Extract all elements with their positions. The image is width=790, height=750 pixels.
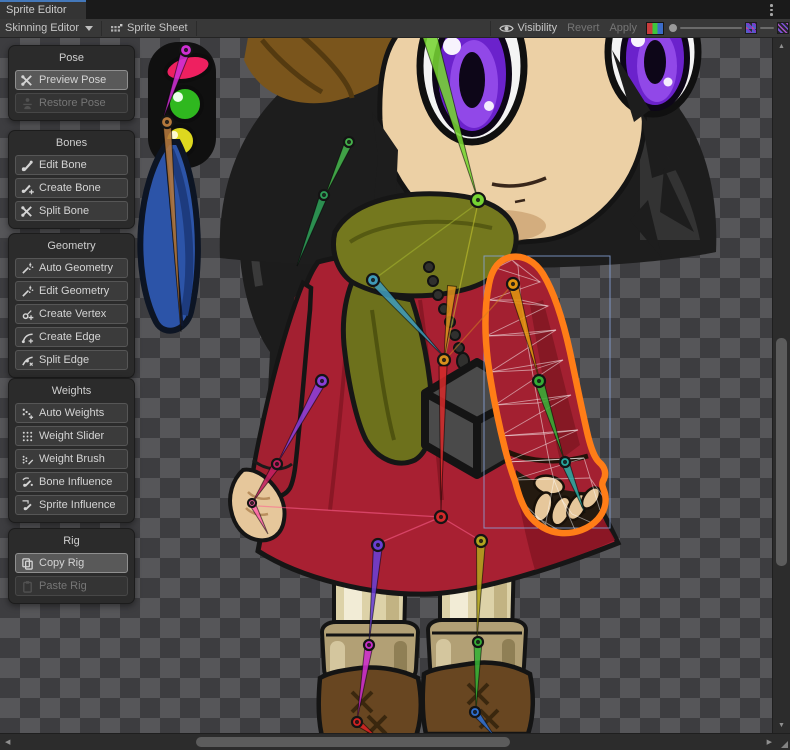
auto-weights-icon <box>21 407 34 420</box>
kebab-menu-icon[interactable] <box>770 4 774 16</box>
auto-geometry-button[interactable]: Auto Geometry <box>15 258 128 278</box>
create-bone-button[interactable]: Create Bone <box>15 178 128 198</box>
button-label: Copy Rig <box>39 557 84 569</box>
resize-grip[interactable] <box>781 741 788 748</box>
create-vertex-icon <box>21 308 34 321</box>
scroll-up-arrow[interactable]: ▲ <box>778 43 785 50</box>
visibility-toggle[interactable]: Visibility <box>494 19 563 37</box>
toolbar-separator <box>490 21 491 36</box>
sprite-sheet-label: Sprite Sheet <box>127 22 188 34</box>
apply-label: Apply <box>609 22 637 34</box>
copy-rig-icon <box>21 557 34 570</box>
button-label: Create Edge <box>39 331 101 343</box>
grid-icon <box>110 22 123 35</box>
scroll-right-arrow[interactable]: ▶ <box>767 739 772 746</box>
edit-geometry-icon <box>21 285 34 298</box>
paste-rig-icon <box>21 580 34 593</box>
restore-pose-icon <box>21 97 34 110</box>
edit-bone-button[interactable]: Edit Bone <box>15 155 128 175</box>
button-label: Auto Weights <box>39 407 104 419</box>
button-label: Create Bone <box>39 182 101 194</box>
weights-panel: Weights Auto Weights Weight Slider Weigh… <box>8 378 135 523</box>
auto-weights-button[interactable]: Auto Weights <box>15 403 128 423</box>
split-edge-button[interactable]: Split Edge <box>15 350 128 370</box>
eye-icon <box>499 23 514 34</box>
visibility-label: Visibility <box>518 22 558 34</box>
pose-panel: Pose Preview Pose Restore Pose <box>8 45 135 121</box>
title-tab-strip: Sprite Editor <box>0 0 790 19</box>
skinning-editor-dropdown[interactable]: Skinning Editor <box>0 19 98 37</box>
button-label: Weight Slider <box>39 430 104 442</box>
edit-bone-icon <box>21 159 34 172</box>
sprite-opacity-icon <box>745 22 757 34</box>
scroll-left-arrow[interactable]: ◀ <box>5 739 10 746</box>
sprite-editor-window: Sprite Editor Skinning Editor Sprite She… <box>0 0 790 750</box>
button-label: Split Edge <box>39 354 89 366</box>
bone-influence-button[interactable]: Bone Influence <box>15 472 128 492</box>
restore-pose-button[interactable]: Restore Pose <box>15 93 128 113</box>
sprite-sheet-button[interactable]: Sprite Sheet <box>105 19 193 37</box>
toolbar-separator <box>196 21 197 36</box>
button-label: Edit Geometry <box>39 285 109 297</box>
auto-geometry-icon <box>21 262 34 275</box>
preview-pose-button[interactable]: Preview Pose <box>15 70 128 90</box>
chevron-down-icon <box>85 26 93 31</box>
button-label: Restore Pose <box>39 97 106 109</box>
preview-pose-icon <box>21 74 34 87</box>
horizontal-scroll-thumb[interactable] <box>196 737 510 747</box>
slider-knob[interactable] <box>668 23 678 33</box>
bones-panel: Bones Edit Bone Create Bone Split Bone <box>8 130 135 229</box>
weights-panel-title: Weights <box>15 385 128 397</box>
weight-brush-button[interactable]: Weight Brush <box>15 449 128 469</box>
pose-panel-title: Pose <box>15 52 128 64</box>
edit-geometry-button[interactable]: Edit Geometry <box>15 281 128 301</box>
paste-rig-button[interactable]: Paste Rig <box>15 576 128 596</box>
button-label: Paste Rig <box>39 580 87 592</box>
bone-influence-icon <box>21 476 34 489</box>
button-label: Preview Pose <box>39 74 106 86</box>
toolbar-separator <box>101 21 102 36</box>
skinning-editor-label: Skinning Editor <box>5 22 79 34</box>
split-bone-button[interactable]: Split Bone <box>15 201 128 221</box>
button-label: Bone Influence <box>39 476 112 488</box>
sprite-influence-button[interactable]: Sprite Influence <box>15 495 128 515</box>
sprite-opacity-slider[interactable] <box>668 19 742 37</box>
create-vertex-button[interactable]: Create Vertex <box>15 304 128 324</box>
weight-slider-icon <box>21 430 34 443</box>
split-edge-icon <box>21 354 34 367</box>
button-label: Sprite Influence <box>39 499 115 511</box>
scroll-down-arrow[interactable]: ▼ <box>778 722 785 729</box>
revert-label: Revert <box>567 22 599 34</box>
create-edge-icon <box>21 331 34 344</box>
sprite-editor-tab[interactable]: Sprite Editor <box>0 0 86 19</box>
button-label: Edit Bone <box>39 159 87 171</box>
horizontal-scrollbar[interactable]: ◀ ▶ <box>0 733 790 750</box>
weight-slider-button[interactable]: Weight Slider <box>15 426 128 446</box>
split-bone-icon <box>21 205 34 218</box>
button-label: Auto Geometry <box>39 262 113 274</box>
color-swatch-icon[interactable] <box>646 22 664 35</box>
mesh-stripes-icon <box>777 22 789 34</box>
create-edge-button[interactable]: Create Edge <box>15 327 128 347</box>
rig-panel: Rig Copy Rig Paste Rig <box>8 528 135 604</box>
geometry-panel-title: Geometry <box>15 240 128 252</box>
button-label: Create Vertex <box>39 308 106 320</box>
toolbar: Skinning Editor Sprite Sheet Visibility … <box>0 19 790 38</box>
button-label: Weight Brush <box>39 453 105 465</box>
create-bone-icon <box>21 182 34 195</box>
vertical-scroll-thumb[interactable] <box>776 338 787 566</box>
apply-button[interactable]: Apply <box>604 19 642 37</box>
vertical-scrollbar[interactable]: ▲ ▼ <box>772 38 790 733</box>
mesh-opacity-slider[interactable] <box>760 19 774 37</box>
copy-rig-button[interactable]: Copy Rig <box>15 553 128 573</box>
rig-panel-title: Rig <box>15 535 128 547</box>
slider-track[interactable] <box>760 27 774 29</box>
slider-track[interactable] <box>680 27 742 29</box>
revert-button[interactable]: Revert <box>562 19 604 37</box>
geometry-panel: Geometry Auto Geometry Edit Geometry Cre… <box>8 233 135 378</box>
button-label: Split Bone <box>39 205 89 217</box>
bones-panel-title: Bones <box>15 137 128 149</box>
sprite-influence-icon <box>21 499 34 512</box>
weight-brush-icon <box>21 453 34 466</box>
